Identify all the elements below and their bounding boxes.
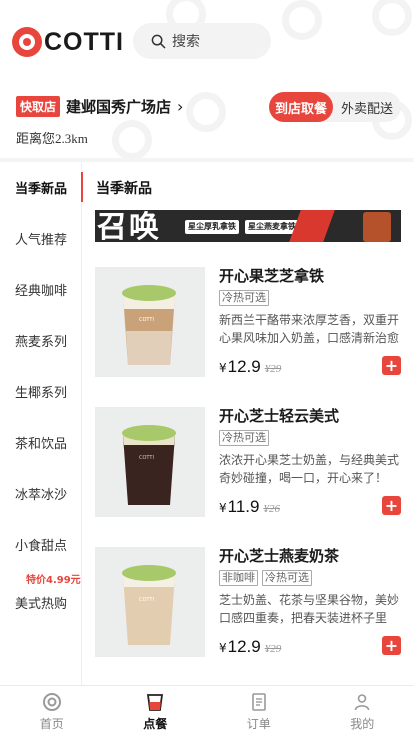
drink-cup-image: COTTI (122, 285, 176, 365)
sidebar-item-popular[interactable]: 人气推荐 (0, 213, 82, 263)
bottom-tab-bar: 首页 点餐 订单 我的 (0, 685, 414, 736)
add-to-cart-button[interactable]: + (382, 496, 401, 515)
original-price: ¥26 (263, 503, 280, 515)
store-type-badge: 快取店 (16, 96, 61, 117)
product-price: ¥ 11.9 ¥26 (219, 497, 280, 517)
svg-text:COTTI: COTTI (139, 455, 154, 461)
original-price: ¥29 (264, 363, 282, 375)
tab-label: 点餐 (143, 717, 168, 731)
currency-symbol: ¥ (219, 641, 227, 655)
drink-cup-image: COTTI (122, 565, 176, 645)
background-pattern-icon (282, 0, 322, 40)
plus-icon: + (384, 495, 399, 515)
brand-logo: COTTI (12, 26, 124, 58)
current-price: 11.9 (227, 497, 260, 516)
background-pattern-icon (112, 120, 152, 158)
product-card[interactable]: COTTI 开心芝士轻云美式 冷热可选 浓浓开心果芝士奶盖，与经典美式奇妙碰撞，… (95, 407, 405, 519)
at-logo-icon (12, 27, 42, 57)
svg-text:COTTI: COTTI (139, 597, 154, 603)
current-price: 12.9 (227, 357, 261, 376)
product-tag: 冷热可选 (262, 570, 312, 586)
product-name: 开心果芝芝拿铁 (219, 267, 325, 285)
product-image: COTTI (95, 267, 205, 377)
pickup-mode-button[interactable]: 到店取餐 (269, 92, 333, 122)
promo-banner[interactable]: 召唤 星尘厚乳拿铁 星尘燕麦拿铁 (95, 210, 401, 242)
product-card[interactable]: COTTI 开心果芝芝拿铁 冷热可选 新西兰干酪带来浓厚芝香，双重开心果风味加入… (95, 267, 405, 379)
banner-pill: 星尘燕麦拿铁 (245, 220, 299, 234)
profile-icon (354, 694, 370, 711)
section-title: 当季新品 (96, 181, 152, 197)
product-tag: 冷热可选 (219, 430, 269, 446)
sidebar-item-new-season[interactable]: 当季新品 (0, 162, 83, 212)
product-tags: 冷热可选 (219, 290, 269, 306)
category-sidebar: 当季新品 人气推荐 经典咖啡 燕麦系列 生椰系列 茶和饮品 冰萃冰沙 小食甜点 … (0, 162, 83, 685)
brand-logo-text: COTTI (44, 27, 124, 56)
banner-pill: 星尘厚乳拿铁 (185, 220, 239, 234)
product-tag: 冷热可选 (219, 290, 269, 306)
tab-profile[interactable]: 我的 (311, 686, 414, 736)
product-card[interactable]: COTTI 开心芝士燕麦奶茶 非咖啡 冷热可选 芝士奶盖、花茶与坚果谷物，美妙口… (95, 547, 405, 659)
sidebar-item-classic-coffee[interactable]: 经典咖啡 (0, 264, 82, 314)
product-name: 开心芝士轻云美式 (219, 407, 340, 425)
search-icon (151, 34, 166, 48)
chevron-right-icon: › (177, 97, 184, 116)
background-pattern-icon (186, 92, 226, 132)
product-description: 浓浓开心果芝士奶盖，与经典美式奇妙碰撞，喝一口，开心来了！ (219, 453, 400, 485)
delivery-mode-button[interactable]: 外卖配送 (333, 92, 401, 122)
banner-cup-image (363, 212, 391, 242)
sidebar-item-tea[interactable]: 茶和饮品 (0, 417, 82, 467)
product-tags: 冷热可选 (219, 430, 269, 446)
search-input[interactable]: 搜索 (133, 23, 271, 59)
tab-label: 订单 (246, 717, 271, 731)
add-to-cart-button[interactable]: + (382, 356, 401, 375)
plus-icon: + (384, 355, 399, 375)
product-list: 当季新品 召唤 星尘厚乳拿铁 星尘燕麦拿铁 COTTI 开心果芝芝拿铁 冷热可选… (83, 162, 414, 685)
current-price: 12.9 (227, 637, 261, 656)
product-price: ¥ 12.9 ¥29 (219, 357, 281, 377)
store-selector[interactable]: 快取店 建邺国秀广场店 › (16, 96, 183, 117)
product-description: 新西兰干酪带来浓厚芝香，双重开心果风味加入奶盖，口感清新治愈 (219, 313, 400, 345)
plus-icon: + (384, 635, 399, 655)
search-placeholder: 搜索 (172, 34, 200, 50)
banner-decoration (289, 210, 335, 242)
tab-label: 我的 (350, 717, 375, 731)
product-name: 开心芝士燕麦奶茶 (219, 547, 340, 565)
sidebar-item-snacks[interactable]: 小食甜点 (0, 519, 82, 569)
product-image: COTTI (95, 407, 205, 517)
product-tags: 非咖啡 冷热可选 (219, 570, 312, 586)
background-pattern-icon (372, 0, 412, 36)
tab-order[interactable]: 点餐 (104, 686, 208, 736)
cup-icon (147, 694, 164, 711)
svg-text:COTTI: COTTI (139, 317, 154, 323)
sidebar-item-oat[interactable]: 燕麦系列 (0, 315, 82, 365)
add-to-cart-button[interactable]: + (382, 636, 401, 655)
tab-orders[interactable]: 订单 (207, 686, 311, 736)
currency-symbol: ¥ (219, 501, 227, 515)
tab-label: 首页 (39, 717, 64, 731)
product-description: 芝士奶盖、花茶与坚果谷物，美妙口感四重奏，把春天装进杯子里 (219, 593, 400, 625)
home-logo-icon (42, 693, 61, 711)
original-price: ¥29 (264, 643, 282, 655)
product-image: COTTI (95, 547, 205, 657)
product-price: ¥ 12.9 ¥29 (219, 637, 281, 657)
tab-home[interactable]: 首页 (0, 686, 104, 736)
store-name: 建邺国秀广场店 (66, 98, 172, 116)
currency-symbol: ¥ (219, 361, 227, 375)
store-distance: 距离您2.3km (16, 131, 88, 146)
order-list-icon (251, 693, 266, 711)
sidebar-item-coconut[interactable]: 生椰系列 (0, 366, 82, 416)
header: COTTI 搜索 快取店 建邺国秀广场店 › 距离您2.3km 到店取餐 外卖配… (0, 0, 414, 158)
banner-headline: 召唤 (97, 210, 161, 242)
product-tag: 非咖啡 (219, 570, 258, 586)
sidebar-item-iced[interactable]: 冰萃冰沙 (0, 468, 82, 518)
drink-cup-image: COTTI (122, 425, 176, 505)
order-mode-toggle: 到店取餐 外卖配送 (269, 92, 401, 122)
promo-badge: 特价4.99元 (26, 571, 81, 586)
